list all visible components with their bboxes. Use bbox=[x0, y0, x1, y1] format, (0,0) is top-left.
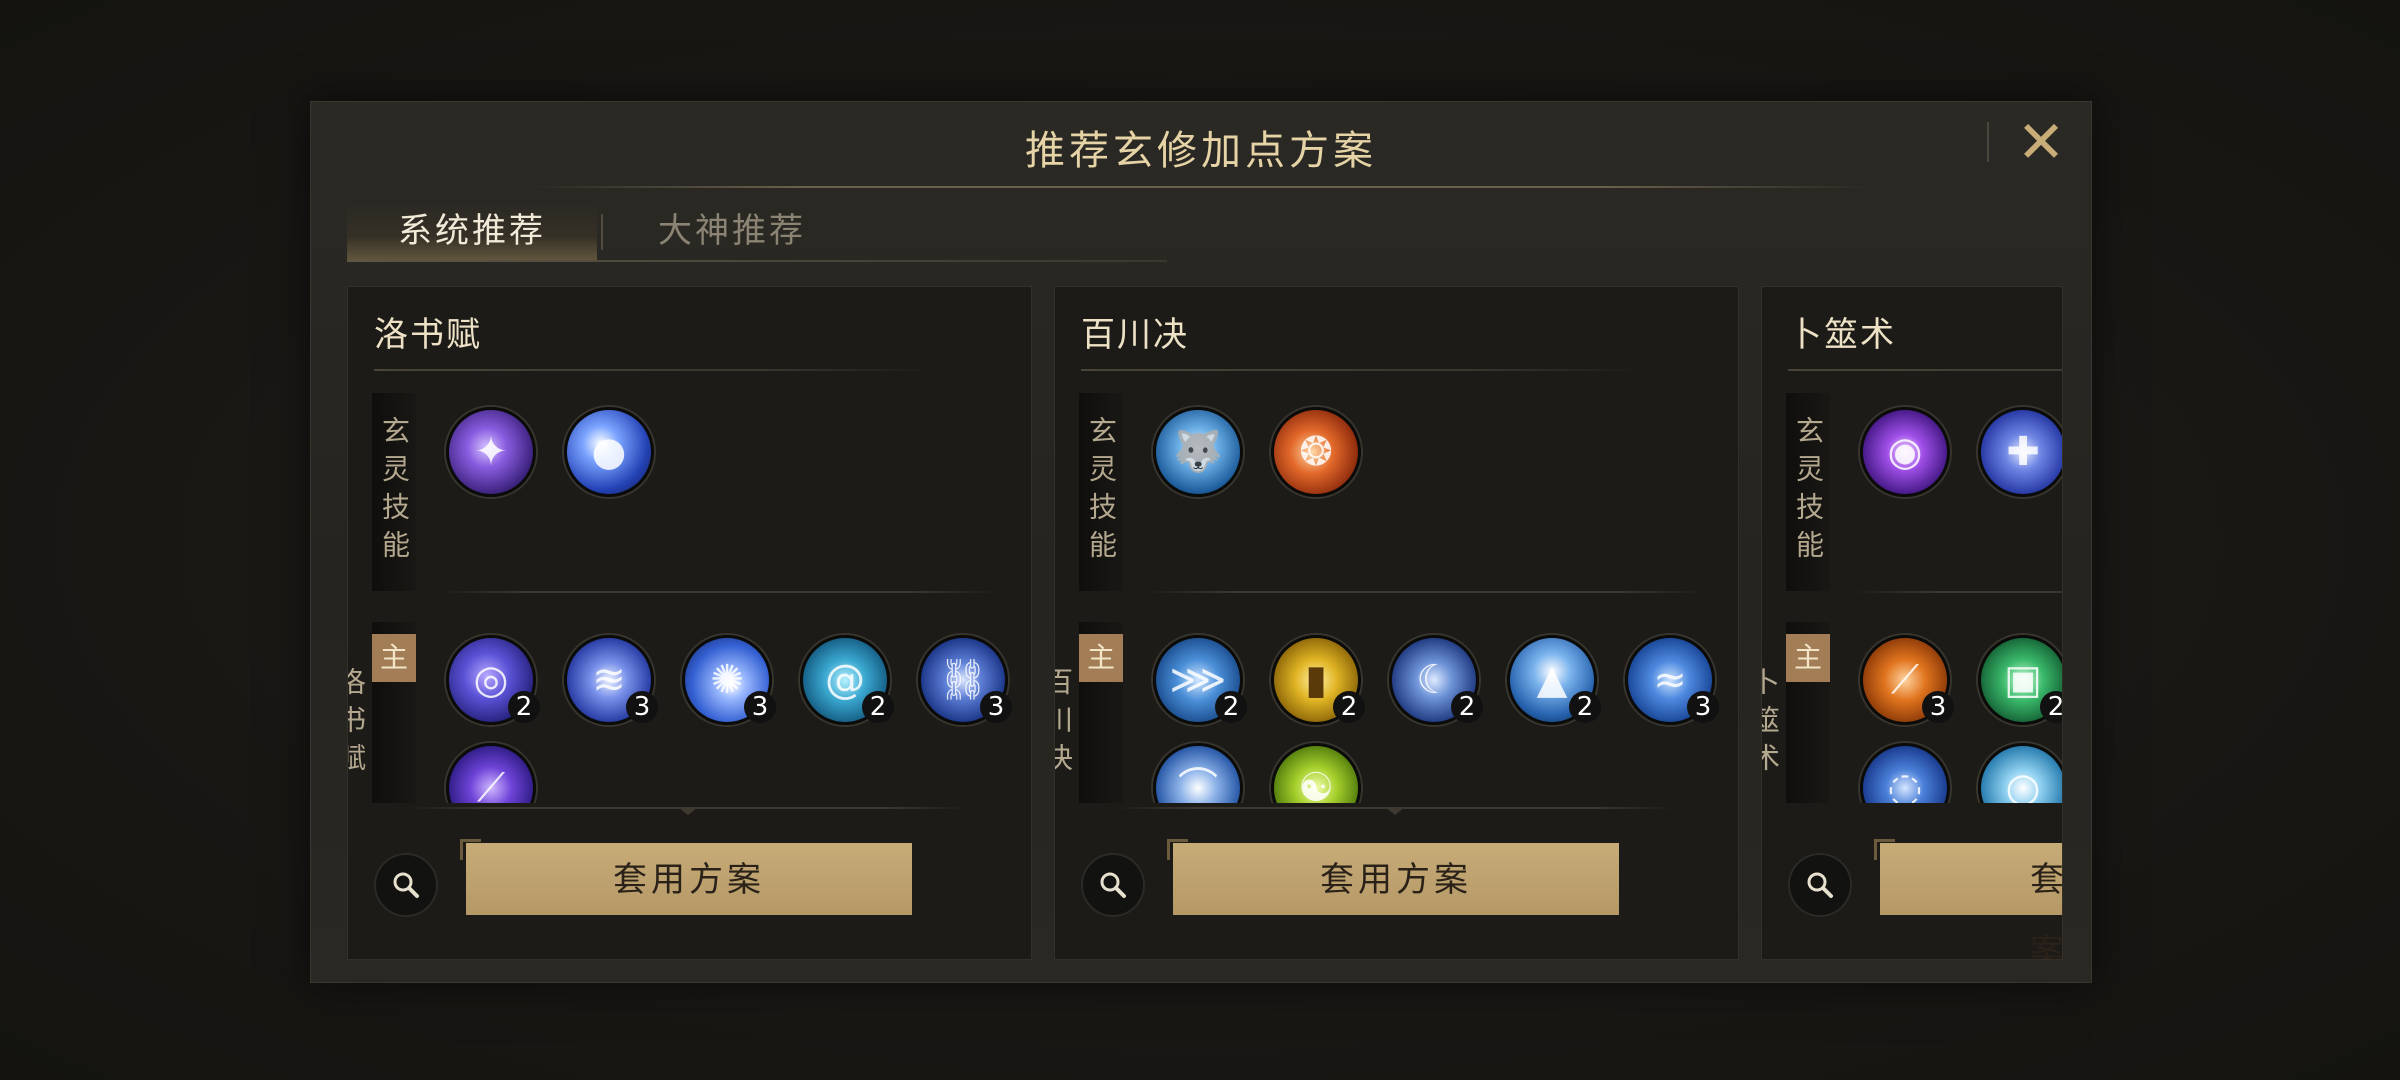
violet-eye-orb-icon[interactable]: ◉ bbox=[1860, 407, 1950, 497]
tab-system-recommend[interactable]: 系统推荐 bbox=[347, 202, 597, 262]
card-title-divider bbox=[1081, 369, 1641, 371]
blue-energy-ring-icon[interactable]: ◌ bbox=[1860, 743, 1950, 803]
flame-swirl-icon[interactable]: ❂ bbox=[1271, 407, 1361, 497]
plan-card: 洛书赋 玄灵技能 主 洛书赋 ✦ ● ◎ 2 ≋ 3 ✺ 3 @ 2 ⛓ 3 ⟋ bbox=[347, 286, 1032, 960]
tab-expert-recommend[interactable]: 大神推荐 bbox=[607, 202, 857, 260]
close-divider bbox=[1987, 122, 1989, 162]
main-school-name: 卜筮术 bbox=[1762, 667, 1781, 781]
section-label-main-school: 主 百川决 bbox=[1055, 622, 1123, 803]
close-icon[interactable]: ✕ bbox=[2011, 112, 2071, 172]
section-label-spirit-skills: 玄灵技能 bbox=[1079, 393, 1123, 591]
tab-bar: 系统推荐 大神推荐 bbox=[347, 202, 1167, 262]
card-content-area: 洛书赋 玄灵技能 主 洛书赋 ✦ ● ◎ 2 ≋ 3 ✺ 3 @ 2 ⛓ 3 ⟋ bbox=[348, 287, 1031, 803]
main-mark: 主 bbox=[1786, 634, 1830, 682]
blue-comet-icon[interactable]: ● bbox=[564, 407, 654, 497]
plan-card: 百川决 玄灵技能 主 百川决 🐺 ❂ ⋙ 2 ▮ 2 ☾ 2 ▲ 2 ≈ 3 ⌒… bbox=[1054, 286, 1739, 960]
section-label-spirit-skills: 玄灵技能 bbox=[1786, 393, 1830, 591]
card-title-divider bbox=[1788, 369, 2062, 371]
skill-level-badge: 2 bbox=[1569, 691, 1601, 723]
dialog-title: 推荐玄修加点方案 bbox=[1025, 128, 1377, 174]
card-content-area: 百川决 玄灵技能 主 百川决 🐺 ❂ ⋙ 2 ▮ 2 ☾ 2 ▲ 2 ≈ 3 ⌒… bbox=[1055, 287, 1738, 803]
tab-separator bbox=[601, 214, 603, 250]
row-divider bbox=[438, 591, 998, 593]
frost-wolf-icon[interactable]: 🐺 bbox=[1153, 407, 1243, 497]
apply-plan-button[interactable]: 套用方案 bbox=[460, 839, 912, 915]
main-school-name: 洛书赋 bbox=[348, 667, 367, 781]
blue-cross-star-icon[interactable]: ✚ bbox=[1978, 407, 2062, 497]
skill-level-badge: 3 bbox=[1922, 691, 1954, 723]
purple-lightning-sphere-icon[interactable]: ✦ bbox=[446, 407, 536, 497]
skill-level-badge: 3 bbox=[626, 691, 658, 723]
section-label-main-school: 主 卜筮术 bbox=[1762, 622, 1830, 803]
skill-level-badge: 3 bbox=[1687, 691, 1719, 723]
skill-level-badge: 3 bbox=[980, 691, 1012, 723]
title-divider bbox=[531, 186, 1871, 188]
purple-blade-rain-icon[interactable]: ⟋ bbox=[446, 743, 536, 803]
skill-level-badge: 2 bbox=[508, 691, 540, 723]
tabs-underline bbox=[347, 260, 1167, 262]
magnifier-icon[interactable] bbox=[1788, 853, 1852, 917]
chevron-down-icon bbox=[1385, 807, 1405, 815]
section-label-main-school: 主 洛书赋 bbox=[348, 622, 416, 803]
magnifier-icon[interactable] bbox=[1081, 853, 1145, 917]
apply-plan-button[interactable]: 套用方案 bbox=[1167, 839, 1619, 915]
card-content-area: 卜筮术 玄灵技能 主 卜筮术 ◉ ✚ ⟋ 3 ▣ 2 ◌ ○ bbox=[1762, 287, 2062, 803]
cyan-full-moon-icon[interactable]: ○ bbox=[1978, 743, 2062, 803]
card-title-divider bbox=[374, 369, 934, 371]
chevron-down-icon bbox=[678, 807, 698, 815]
apply-plan-button[interactable]: 套用方案 bbox=[1874, 839, 2062, 959]
plan-card-title: 百川决 bbox=[1081, 315, 1189, 355]
waterfall-icon[interactable]: ⌒ bbox=[1153, 743, 1243, 803]
main-mark: 主 bbox=[372, 634, 416, 682]
green-rune-orb-icon[interactable]: ☯ bbox=[1271, 743, 1361, 803]
section-label-spirit-skills: 玄灵技能 bbox=[372, 393, 416, 591]
skill-level-badge: 3 bbox=[744, 691, 776, 723]
plan-card-title: 卜筮术 bbox=[1788, 315, 1896, 355]
skill-level-badge: 2 bbox=[1215, 691, 1247, 723]
row-divider bbox=[1145, 591, 1705, 593]
skill-level-badge: 2 bbox=[862, 691, 894, 723]
skill-level-badge: 2 bbox=[1451, 691, 1483, 723]
recommend-plan-dialog: 推荐玄修加点方案 ✕ 系统推荐 大神推荐 洛书赋 玄灵技能 主 洛书赋 ✦ ● … bbox=[310, 101, 2092, 983]
plan-card-title: 洛书赋 bbox=[374, 315, 482, 355]
main-mark: 主 bbox=[1079, 634, 1123, 682]
plan-card: 卜筮术 玄灵技能 主 卜筮术 ◉ ✚ ⟋ 3 ▣ 2 ◌ ○ 套用方案 bbox=[1761, 286, 2063, 960]
skill-level-badge: 2 bbox=[1333, 691, 1365, 723]
row-divider bbox=[1852, 591, 2062, 593]
main-school-name: 百川决 bbox=[1055, 667, 1074, 781]
magnifier-icon[interactable] bbox=[374, 853, 438, 917]
